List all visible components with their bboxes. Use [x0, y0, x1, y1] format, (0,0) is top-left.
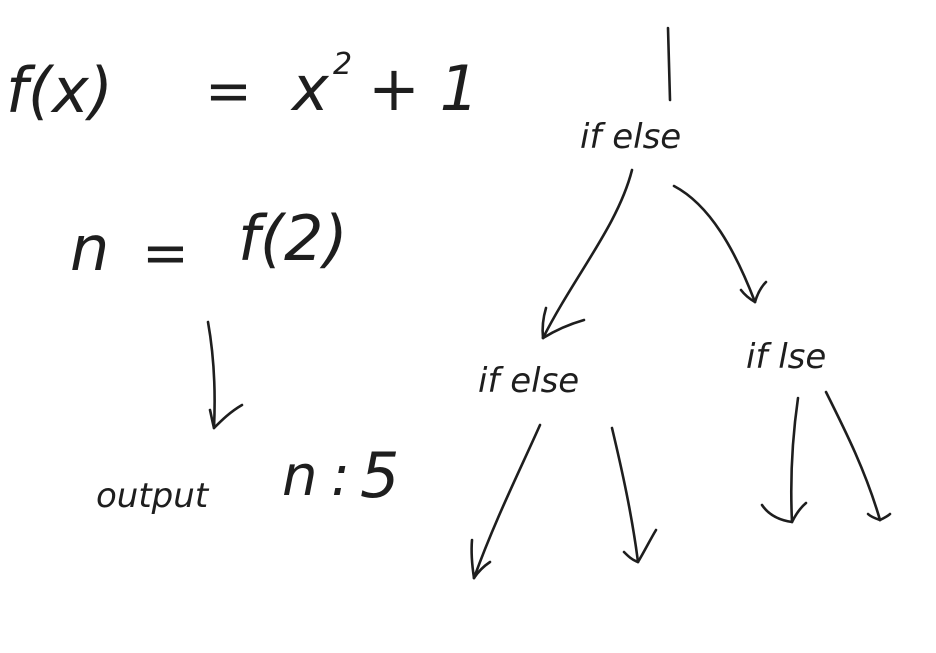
function-equals: =: [205, 59, 252, 124]
decision-tree: if else if else if lse: [470, 26, 892, 580]
tree-right-child-label: if lse: [746, 337, 826, 377]
function-lhs: f(x): [6, 54, 113, 127]
tree-root-label: if else: [580, 117, 681, 157]
assignment-rhs: f(2): [238, 202, 348, 275]
output-var: n: [282, 444, 318, 509]
arrow-left-to-leaf-1-icon: [470, 423, 542, 580]
assignment-lhs: n: [70, 212, 109, 285]
arrow-right-to-leaf-2-icon: [824, 390, 892, 522]
function-rest: + 1: [368, 52, 479, 125]
whiteboard-canvas: f(x) = x 2 + 1 n = f(2) output n : 5 if …: [6, 26, 892, 580]
output-separator: :: [331, 444, 350, 509]
arrow-root-to-right-icon: [672, 184, 768, 304]
output-label: output: [96, 476, 210, 516]
arrow-right-to-leaf-1-icon: [760, 396, 808, 524]
assignment: n = f(2): [70, 202, 348, 286]
output-line: output n : 5: [96, 439, 399, 516]
function-base: x: [290, 52, 330, 125]
function-definition: f(x) = x 2 + 1: [6, 47, 479, 127]
arrow-root-to-left-icon: [541, 168, 634, 340]
down-arrow-icon: [206, 320, 244, 430]
tree-left-child-label: if else: [478, 361, 579, 401]
root-incoming-line: [666, 26, 672, 102]
function-exponent: 2: [333, 47, 352, 82]
output-value: 5: [360, 439, 399, 512]
arrow-left-to-leaf-2-icon: [610, 426, 658, 564]
assignment-equals: =: [142, 221, 189, 286]
